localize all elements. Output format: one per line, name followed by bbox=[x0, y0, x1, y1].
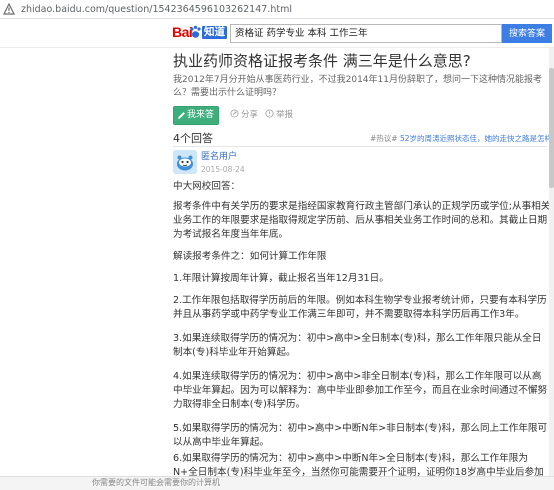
answer-author[interactable]: 匿名用户 bbox=[201, 152, 237, 163]
share-link[interactable]: 分享 bbox=[230, 109, 258, 121]
avatar[interactable] bbox=[173, 150, 197, 174]
report-icon bbox=[265, 109, 274, 118]
share-label: 分享 bbox=[241, 110, 259, 120]
bottom-bar-text: 你需要的文件可能会需要你的计算机 bbox=[92, 478, 220, 487]
bottom-notification-bar: 你需要的文件可能会需要你的计算机 bbox=[0, 476, 554, 490]
answer-button-label: 我来答 bbox=[187, 110, 215, 120]
not-secure-warning-icon[interactable] bbox=[3, 3, 15, 15]
url-text[interactable]: zhidao.baidu.com/question/15423645961032… bbox=[21, 3, 292, 16]
scrollbar-thumb[interactable] bbox=[549, 68, 554, 188]
report-label: 举报 bbox=[276, 110, 294, 120]
search-input[interactable]: 资格证 药学专业 本科 工作三年 bbox=[230, 24, 502, 43]
answer-date: 2015-08-24 bbox=[201, 165, 245, 174]
paw-icon bbox=[190, 25, 201, 38]
question-title: 执业药师资格证报考条件 满三年是什么意思? bbox=[173, 52, 471, 70]
search-button[interactable]: 搜索答案 bbox=[502, 24, 552, 43]
answer-button[interactable]: 我来答 bbox=[173, 106, 219, 125]
answer-paragraph: 中大网校回答： bbox=[173, 181, 241, 192]
site-header: Bai 知道 资格证 药学专业 本科 工作三年 搜索答案 bbox=[0, 19, 554, 48]
answer-paragraph: 5.如果取得学历的情况为：初中>高中>中断N年>非日制本(专)科，那么同上工作年… bbox=[173, 423, 548, 448]
hot-topic[interactable]: #热议# 52岁的周涛近照状态佳，她的走快之路是怎样的？ bbox=[370, 134, 554, 144]
question-description: 我2012年7月分开始从事医药行业，不过我2014年11月份辞职了，想问一下这种… bbox=[173, 75, 542, 98]
address-bar[interactable]: zhidao.baidu.com/question/15423645961032… bbox=[0, 0, 554, 19]
answer-paragraph: 解读报考条件之：如何计算工作年限 bbox=[173, 251, 327, 262]
hot-topic-tag: #热议# bbox=[370, 134, 398, 143]
answer-paragraph: 3.如果连续取得学历的情况为：初中>高中>全日制本(专)科，那么工作年限只能从全… bbox=[173, 333, 542, 358]
answer-paragraph: 4.如果连续取得学历的情况为：初中>高中>非全日制本(专)科，那么工作年限可以从… bbox=[173, 371, 548, 410]
question-actions: 我来答 分享 举报 bbox=[173, 106, 533, 125]
report-link[interactable]: 举报 bbox=[265, 109, 293, 121]
answer-paragraph: 2.工作年限包括取得学历前后的年限。例如本科生物学专业报考统计师，只要有本科学历… bbox=[173, 295, 547, 320]
share-icon bbox=[230, 109, 239, 118]
hot-topic-link[interactable]: 52岁的周涛近照状态佳，她的走快之路是怎样的？ bbox=[400, 134, 554, 143]
baidu-zhidao-logo[interactable]: Bai 知道 bbox=[172, 24, 228, 41]
logo-zhi-text: 知道 bbox=[202, 26, 227, 39]
answer-count: 4个回答 bbox=[173, 132, 213, 145]
pen-icon bbox=[178, 112, 185, 119]
anonymous-avatar-icon bbox=[173, 150, 197, 174]
scrollbar[interactable] bbox=[549, 48, 554, 476]
answer-paragraph: 报考条件中有关学历的要求是指经国家教育行政主管部门承认的正规学历或学位;从事相关… bbox=[173, 201, 551, 240]
divider bbox=[173, 146, 547, 147]
answer-paragraph: 1.年限计算按周年计算，截止报名当年12月31日。 bbox=[173, 273, 389, 284]
